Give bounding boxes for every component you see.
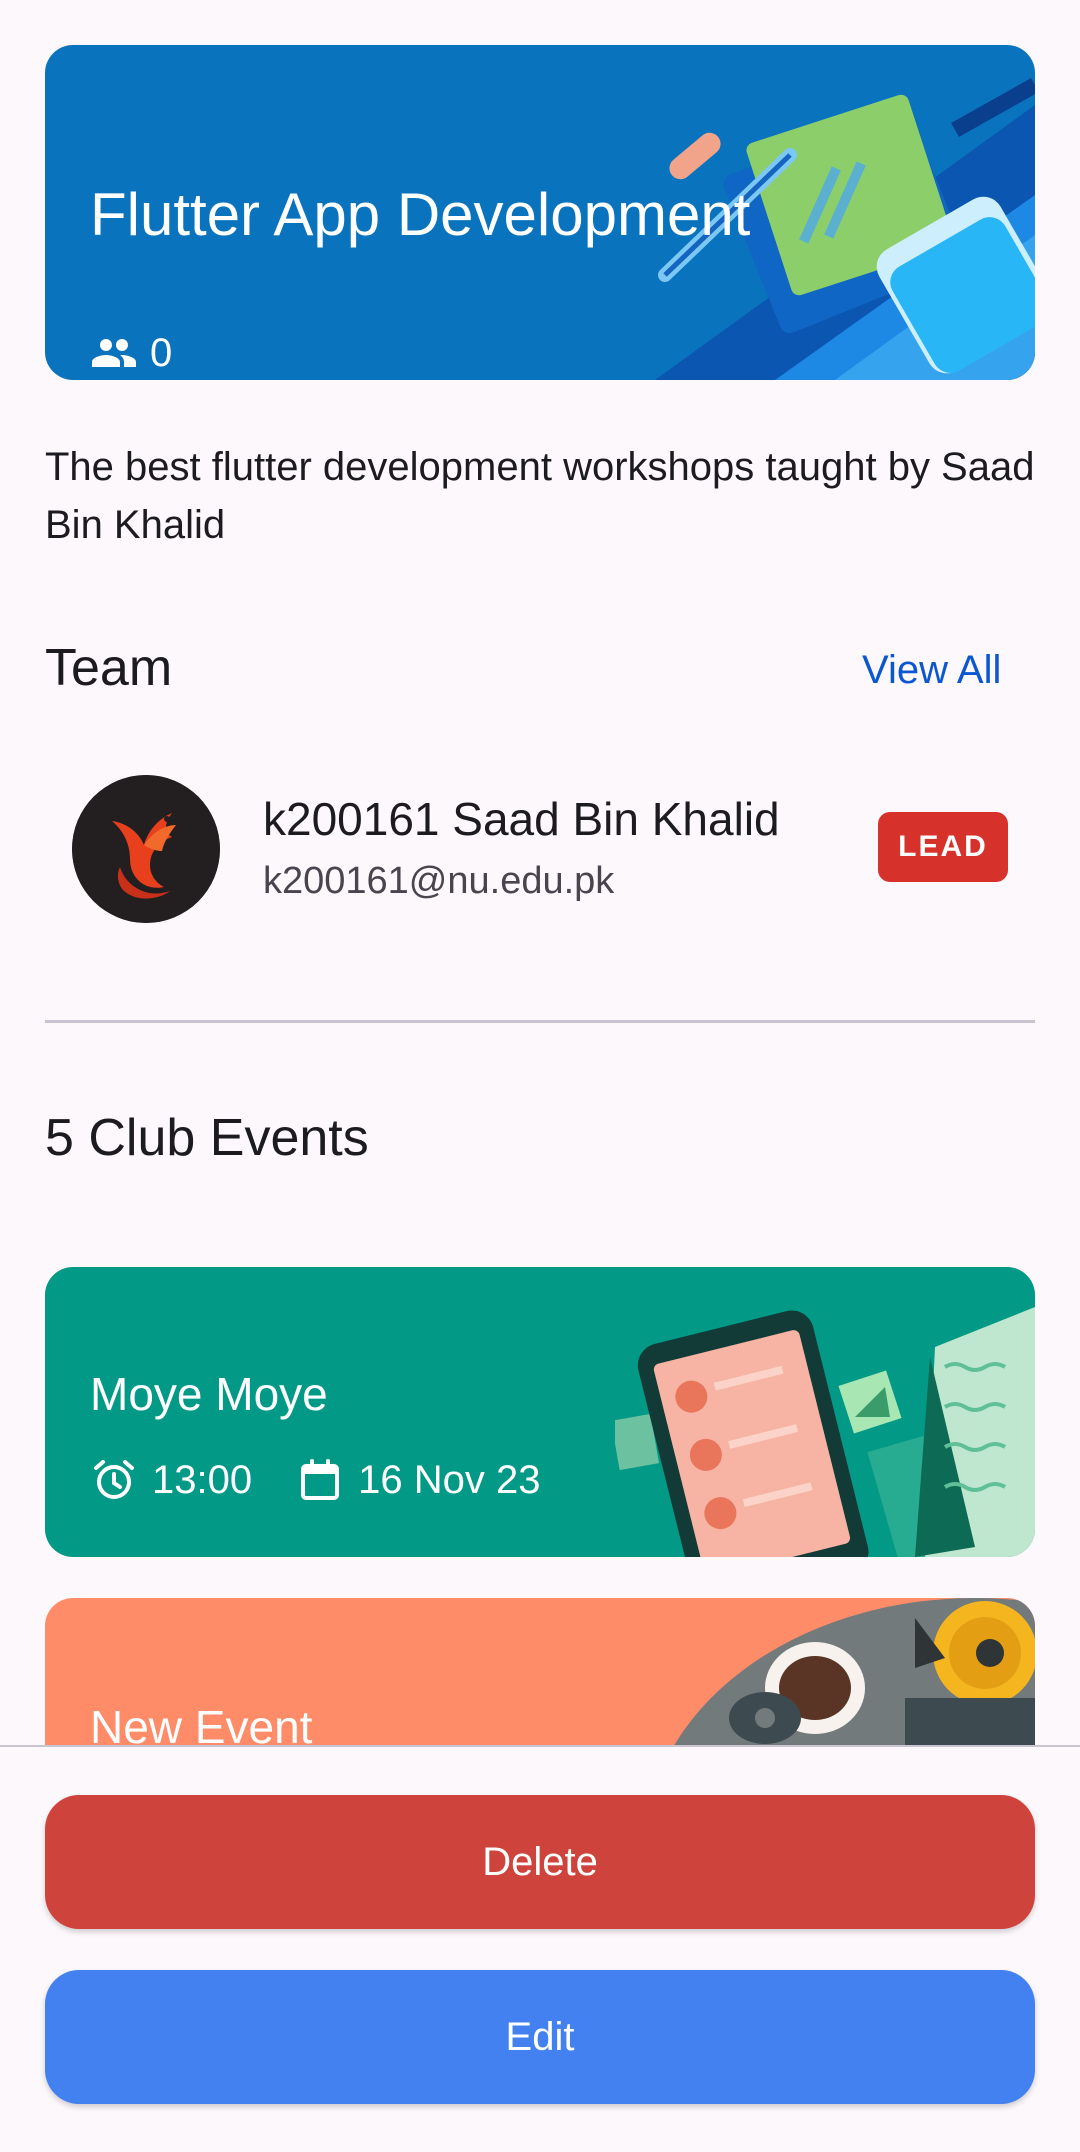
edit-button[interactable]: Edit — [45, 1970, 1035, 2104]
delete-button[interactable]: Delete — [45, 1795, 1035, 1929]
team-member-row[interactable]: k200161 Saad Bin Khalid k200161@nu.edu.p… — [45, 762, 1035, 937]
phone-contacts-illustration-icon — [615, 1307, 1035, 1557]
avatar — [72, 775, 220, 923]
member-count-value: 0 — [150, 330, 173, 375]
club-title: Flutter App Development — [90, 181, 751, 248]
view-all-button[interactable]: View All — [862, 648, 1001, 693]
event-date-value: 16 Nov 23 — [358, 1457, 541, 1502]
team-heading: Team — [45, 639, 173, 697]
club-banner: Flutter App Development 0 — [45, 45, 1035, 380]
event-date: 16 Nov 23 — [296, 1456, 540, 1504]
lead-badge: LEAD — [878, 812, 1008, 882]
events-heading: 5 Club Events — [45, 1109, 369, 1167]
bottom-action-bar: Delete Edit — [0, 1745, 1080, 2152]
event-time: 13:00 — [90, 1456, 252, 1504]
member-count: 0 — [90, 328, 172, 378]
calendar-icon — [301, 1459, 340, 1500]
member-email: k200161@nu.edu.pk — [263, 860, 615, 902]
event-title: Moye Moye — [90, 1368, 328, 1420]
phoenix-logo-icon — [72, 775, 220, 923]
section-divider — [45, 1020, 1035, 1023]
alarm-clock-icon — [94, 1460, 134, 1499]
event-meta: 13:00 16 Nov 23 — [90, 1452, 584, 1508]
member-name: k200161 Saad Bin Khalid — [263, 793, 780, 845]
event-card[interactable]: Moye Moye 13:00 16 Nov 23 — [45, 1267, 1035, 1557]
club-description: The best flutter development workshops t… — [45, 445, 1035, 547]
event-time-value: 13:00 — [152, 1457, 253, 1502]
group-icon — [92, 339, 136, 367]
